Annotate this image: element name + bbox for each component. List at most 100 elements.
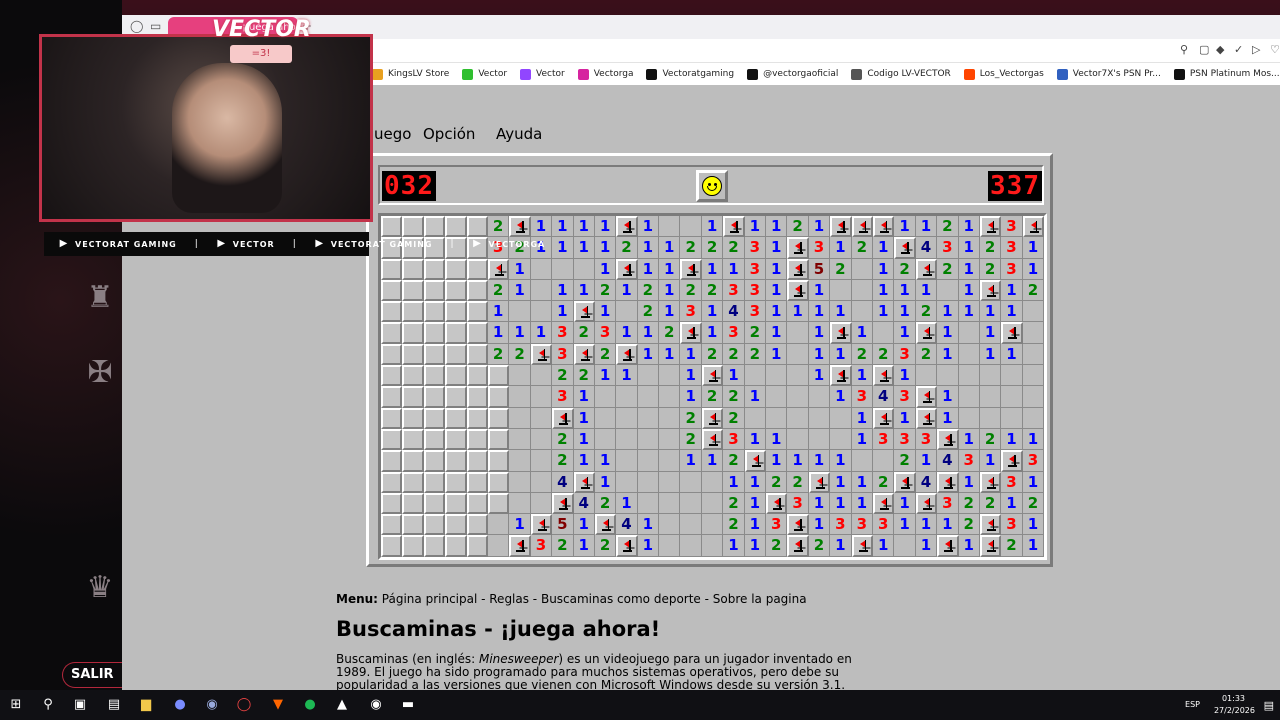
number-cell[interactable]: 1 bbox=[894, 301, 916, 323]
hidden-cell[interactable] bbox=[423, 279, 446, 302]
empty-cell[interactable] bbox=[979, 365, 1002, 387]
number-cell[interactable]: 1 bbox=[808, 216, 831, 238]
hidden-cell[interactable] bbox=[381, 450, 403, 472]
flag-icon[interactable] bbox=[509, 216, 531, 238]
number-cell[interactable]: 2 bbox=[616, 237, 638, 259]
empty-cell[interactable] bbox=[937, 279, 959, 302]
number-cell[interactable]: 1 bbox=[680, 365, 702, 387]
number-cell[interactable]: 2 bbox=[701, 279, 724, 302]
flag-icon[interactable] bbox=[937, 471, 959, 493]
number-cell[interactable]: 1 bbox=[808, 450, 831, 472]
number-cell[interactable]: 1 bbox=[958, 535, 980, 557]
number-cell[interactable]: 1 bbox=[509, 322, 531, 344]
flag-icon[interactable] bbox=[616, 258, 638, 280]
number-cell[interactable]: 2 bbox=[487, 343, 510, 366]
hidden-cell[interactable] bbox=[487, 407, 510, 429]
flag-icon[interactable] bbox=[830, 216, 852, 238]
empty-cell[interactable] bbox=[1022, 365, 1045, 387]
number-cell[interactable]: 3 bbox=[894, 428, 916, 451]
number-cell[interactable]: 1 bbox=[616, 492, 638, 515]
hidden-cell[interactable] bbox=[381, 279, 403, 302]
empty-cell[interactable] bbox=[487, 535, 510, 557]
number-cell[interactable]: 3 bbox=[872, 428, 895, 451]
hidden-cell[interactable] bbox=[466, 492, 488, 515]
flag-icon[interactable] bbox=[979, 535, 1002, 557]
flag-icon[interactable] bbox=[573, 301, 595, 323]
number-cell[interactable]: 1 bbox=[594, 450, 617, 472]
hidden-cell[interactable] bbox=[402, 428, 424, 451]
number-cell[interactable]: 2 bbox=[915, 343, 938, 366]
spotify-icon[interactable]: ● bbox=[302, 697, 318, 713]
hidden-cell[interactable] bbox=[466, 386, 488, 408]
number-cell[interactable]: 1 bbox=[915, 279, 938, 302]
hidden-cell[interactable] bbox=[381, 535, 403, 557]
hidden-cell[interactable] bbox=[445, 322, 467, 344]
number-cell[interactable]: 1 bbox=[616, 279, 638, 302]
menu-options[interactable]: Opción bbox=[423, 125, 475, 143]
number-cell[interactable]: 3 bbox=[808, 237, 831, 259]
number-cell[interactable]: 1 bbox=[830, 471, 852, 493]
empty-cell[interactable] bbox=[1001, 407, 1023, 429]
number-cell[interactable]: 1 bbox=[723, 471, 745, 493]
number-cell[interactable]: 2 bbox=[552, 428, 574, 451]
empty-cell[interactable] bbox=[787, 407, 809, 429]
empty-cell[interactable] bbox=[509, 301, 531, 323]
number-cell[interactable]: 5 bbox=[552, 514, 574, 536]
hidden-cell[interactable] bbox=[445, 514, 467, 536]
number-cell[interactable]: 2 bbox=[680, 407, 702, 429]
empty-cell[interactable] bbox=[766, 386, 788, 408]
empty-cell[interactable] bbox=[851, 301, 873, 323]
number-cell[interactable]: 2 bbox=[723, 407, 745, 429]
number-cell[interactable]: 1 bbox=[830, 343, 852, 366]
empty-cell[interactable] bbox=[659, 386, 681, 408]
number-cell[interactable]: 2 bbox=[851, 343, 873, 366]
hidden-cell[interactable] bbox=[466, 343, 488, 366]
number-cell[interactable]: 2 bbox=[894, 258, 916, 280]
flag-icon[interactable] bbox=[552, 492, 574, 515]
number-cell[interactable]: 2 bbox=[573, 322, 595, 344]
number-cell[interactable]: 1 bbox=[872, 301, 895, 323]
number-cell[interactable]: 3 bbox=[894, 343, 916, 366]
number-cell[interactable]: 1 bbox=[808, 365, 831, 387]
number-cell[interactable]: 1 bbox=[830, 237, 852, 259]
empty-cell[interactable] bbox=[530, 428, 553, 451]
number-cell[interactable]: 4 bbox=[616, 514, 638, 536]
number-cell[interactable]: 1 bbox=[872, 535, 895, 557]
flag-icon[interactable] bbox=[851, 216, 873, 238]
empty-cell[interactable] bbox=[509, 450, 531, 472]
number-cell[interactable]: 2 bbox=[958, 492, 980, 515]
discord-icon[interactable]: ● bbox=[172, 697, 188, 713]
number-cell[interactable]: 1 bbox=[573, 428, 595, 451]
number-cell[interactable]: 1 bbox=[637, 535, 660, 557]
number-cell[interactable]: 1 bbox=[958, 237, 980, 259]
hidden-cell[interactable] bbox=[445, 535, 467, 557]
hidden-cell[interactable] bbox=[402, 301, 424, 323]
number-cell[interactable]: 1 bbox=[594, 301, 617, 323]
number-cell[interactable]: 3 bbox=[552, 343, 574, 366]
hidden-cell[interactable] bbox=[381, 322, 403, 344]
number-cell[interactable]: 1 bbox=[894, 365, 916, 387]
number-cell[interactable]: 1 bbox=[894, 492, 916, 515]
number-cell[interactable]: 2 bbox=[915, 301, 938, 323]
number-cell[interactable]: 2 bbox=[937, 216, 959, 238]
flag-icon[interactable] bbox=[915, 407, 938, 429]
flag-icon[interactable] bbox=[509, 535, 531, 557]
number-cell[interactable]: 1 bbox=[766, 301, 788, 323]
number-cell[interactable]: 1 bbox=[659, 237, 681, 259]
hidden-cell[interactable] bbox=[423, 216, 446, 238]
number-cell[interactable]: 1 bbox=[851, 471, 873, 493]
empty-cell[interactable] bbox=[509, 471, 531, 493]
empty-cell[interactable] bbox=[637, 450, 660, 472]
flag-icon[interactable] bbox=[830, 365, 852, 387]
hidden-cell[interactable] bbox=[445, 343, 467, 366]
number-cell[interactable]: 1 bbox=[723, 258, 745, 280]
number-cell[interactable]: 1 bbox=[552, 301, 574, 323]
number-cell[interactable]: 1 bbox=[1022, 514, 1045, 536]
smiley-reset-button[interactable] bbox=[696, 170, 728, 202]
number-cell[interactable]: 2 bbox=[958, 514, 980, 536]
hidden-cell[interactable] bbox=[402, 343, 424, 366]
number-cell[interactable]: 1 bbox=[958, 301, 980, 323]
number-cell[interactable]: 1 bbox=[1022, 471, 1045, 493]
number-cell[interactable]: 1 bbox=[766, 322, 788, 344]
empty-cell[interactable] bbox=[937, 365, 959, 387]
